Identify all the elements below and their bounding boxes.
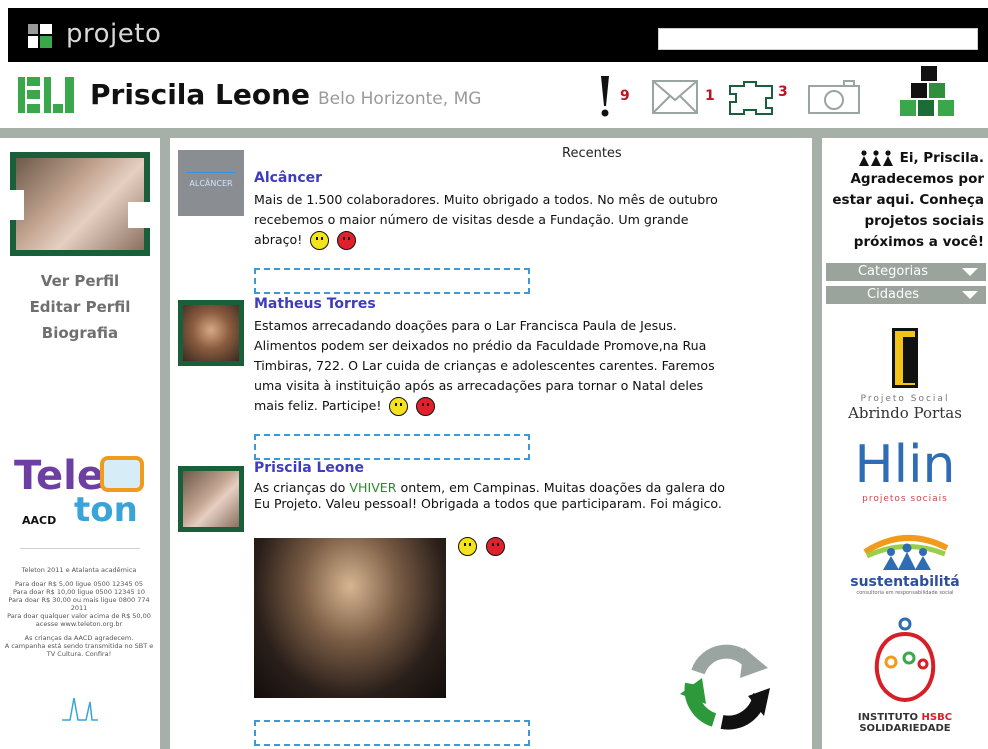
recent-feed: Recentes ALCÂNCER Alcâncer Mais de 1.500…	[170, 138, 812, 749]
partner-sustentabilita[interactable]: sustentabilitá consultoria em responsabi…	[822, 530, 988, 596]
cities-dropdown[interactable]: Cidades	[826, 286, 986, 304]
view-profile-link[interactable]: Ver Perfil	[0, 272, 160, 290]
chevron-down-icon	[962, 291, 978, 299]
child-icon	[100, 456, 144, 492]
teleton-info-line: Para doar R$ 30,00 ou mais ligue 0800 77…	[8, 596, 150, 612]
projeto-logo-icon[interactable]	[28, 24, 52, 48]
abrindo-portas-small: Projeto Social	[860, 394, 950, 404]
post-body: Estamos arrecadando doações para o Lar F…	[254, 316, 734, 416]
chevron-down-icon	[962, 268, 978, 276]
eu-projeto-logo-icon[interactable]	[900, 66, 960, 118]
top-bar-background: projeto	[8, 8, 988, 62]
teleton-info-line: Para doar qualquer valor acima de R$ 50,…	[7, 612, 151, 628]
hsbc-figure-icon	[874, 617, 936, 702]
profile-header: Priscila Leone Belo Horizonte, MG 9 1 3	[0, 62, 988, 128]
alerts-notification[interactable]: 9	[598, 74, 638, 118]
alcancer-logo: ALCÂNCER	[186, 172, 236, 194]
like-icon[interactable]	[458, 537, 477, 556]
abrindo-portas-title: Abrindo Portas	[848, 404, 962, 422]
teleton-logo-bottom: ton	[74, 490, 138, 530]
exclamation-icon	[601, 76, 609, 117]
teleton-info-line: As crianças da AACD agradecem.	[24, 634, 134, 642]
search-input[interactable]	[658, 28, 978, 50]
partner-instituto-hsbc[interactable]: INSTITUTO HSBC SOLIDARIEDADE	[822, 616, 988, 734]
profile-name: Priscila Leone	[90, 78, 311, 111]
refresh-icon[interactable]	[678, 638, 772, 730]
dislike-icon[interactable]	[337, 231, 357, 250]
post-text-start: As crianças do	[254, 480, 350, 495]
post-body: As crianças do VHIVER ontem, em Campinas…	[254, 480, 734, 512]
post-avatar[interactable]: ALCÂNCER	[178, 150, 244, 216]
puzzle-icon	[729, 81, 773, 115]
teleton-divider	[20, 548, 140, 549]
door-icon	[892, 328, 918, 388]
sustentabilita-title: sustentabilitá	[850, 574, 960, 590]
teleton-info-line: A campanha está sendo transmitida no SBT…	[4, 642, 154, 658]
comment-input[interactable]	[254, 720, 530, 746]
alerts-count: 9	[620, 88, 630, 104]
categories-dropdown[interactable]: Categorias	[826, 263, 986, 281]
comment-input[interactable]	[254, 434, 530, 460]
heartbeat-icon	[62, 697, 98, 721]
profile-location: Belo Horizonte, MG	[318, 89, 482, 109]
brand-name[interactable]: projeto	[66, 19, 161, 49]
partner-hlin[interactable]: Hlin projetos sociais	[822, 436, 988, 504]
messages-notification[interactable]: 1	[652, 74, 722, 118]
sustentabilita-subtitle: consultoria em responsabilidade social	[856, 590, 954, 596]
post-author[interactable]: Alcâncer	[254, 170, 322, 186]
puzzle-count: 3	[778, 84, 788, 100]
puzzle-notification[interactable]: 3	[726, 74, 796, 118]
post-reactions	[454, 536, 506, 556]
cities-label: Cidades	[867, 287, 919, 302]
teleton-info-line: Para doar R$ 5,00 ligue 0500 12345 05	[15, 580, 143, 588]
left-sidebar: Ver Perfil Editar Perfil Biografia Tele …	[0, 138, 160, 749]
aacd-label: AACD	[22, 514, 57, 527]
hlin-subtitle: projetos sociais	[862, 494, 948, 504]
biography-link[interactable]: Biografia	[0, 324, 160, 342]
greeting-text: Ei, Priscila. Agradecemos por estar aqui…	[832, 150, 984, 250]
feed-title: Recentes	[562, 146, 622, 161]
post-avatar[interactable]	[178, 466, 244, 532]
teleton-info-line: Teleton 2011 e Atalanta acadêmica	[21, 566, 137, 574]
teleton-info: Teleton 2011 e Atalanta acadêmica Para d…	[4, 566, 154, 658]
envelope-icon	[652, 80, 698, 114]
categories-label: Categorias	[857, 264, 929, 279]
post-highlight-link[interactable]: VHIVER	[349, 480, 396, 495]
post-author[interactable]: Matheus Torres	[254, 296, 376, 312]
hsbc-line-2: SOLIDARIEDADE	[859, 723, 951, 734]
messages-count: 1	[705, 88, 715, 104]
comment-input[interactable]	[254, 268, 530, 294]
hsbc-instituto: INSTITUTO	[857, 712, 919, 723]
edit-profile-link[interactable]: Editar Perfil	[0, 298, 160, 316]
post-author[interactable]: Priscila Leone	[254, 460, 364, 476]
header-divider	[0, 128, 988, 138]
post-body: Mais de 1.500 colaboradores. Muito obrig…	[254, 190, 734, 250]
right-sidebar: Ei, Priscila. Agradecemos por estar aqui…	[822, 138, 988, 749]
post-photo[interactable]	[254, 538, 446, 698]
left-separator	[160, 138, 170, 749]
teleton-logo[interactable]: Tele ton AACD	[14, 454, 148, 534]
right-separator	[812, 138, 822, 749]
dislike-icon[interactable]	[416, 397, 436, 416]
camera-icon[interactable]	[808, 80, 860, 114]
profile-avatar[interactable]	[10, 152, 150, 256]
post-text: Estamos arrecadando doações para o Lar F…	[254, 318, 715, 413]
like-icon[interactable]	[389, 397, 409, 416]
post-avatar[interactable]	[178, 300, 244, 366]
teleton-info-line: Para doar R$ 10,00 ligue 0500 12345 10	[12, 588, 146, 596]
hlin-title: Hlin	[854, 435, 956, 495]
partner-abrindo-portas[interactable]: Projeto Social Abrindo Portas	[822, 328, 988, 422]
hsbc-line-1: INSTITUTO HSBC	[822, 712, 988, 723]
dislike-icon[interactable]	[486, 537, 506, 556]
profile-photo	[16, 158, 144, 250]
hsbc-name: HSBC	[921, 712, 953, 723]
top-bar: projeto	[0, 0, 988, 62]
people-group-icon	[863, 535, 949, 570]
like-icon[interactable]	[310, 231, 330, 250]
eu-logo-icon	[18, 77, 74, 113]
